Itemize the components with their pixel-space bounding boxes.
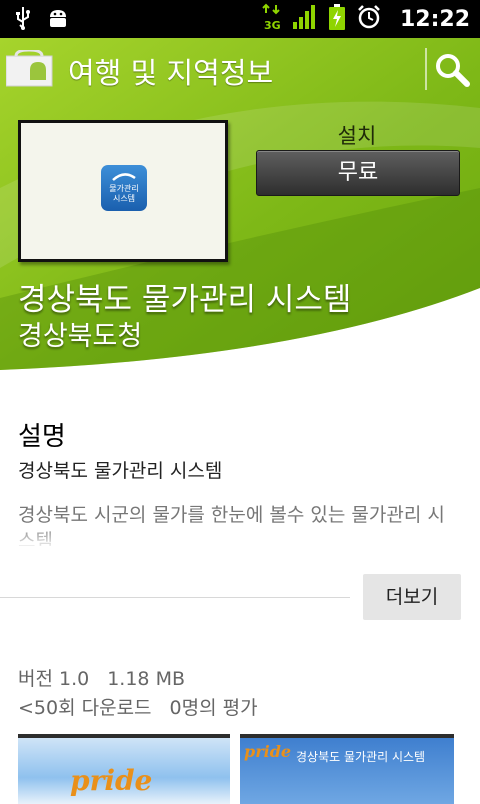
more-button[interactable]: 더보기 [363, 574, 461, 620]
app-logo: 물가관리 시스템 [101, 165, 147, 211]
action-bar: 여행 및 지역정보 [0, 38, 480, 100]
status-clock: 12:22 [399, 6, 470, 32]
alarm-icon [356, 4, 382, 34]
signal-icon [292, 4, 318, 34]
size-text: 1.18 MB [107, 668, 185, 690]
description-heading: 설명 [18, 422, 66, 452]
screenshot-1-logo: pride [70, 764, 153, 797]
install-price-button[interactable]: 무료 [256, 150, 460, 196]
ratings-text: 0명의 평가 [169, 697, 258, 719]
app-name: 경상북도 물가관리 시스템 [18, 282, 352, 318]
network-type-label: 3G [264, 19, 281, 31]
description-subtitle: 경상북도 물가관리 시스템 [18, 460, 223, 482]
app-meta-version-size: 버전 1.0 1.18 MB [18, 664, 203, 691]
usb-icon [14, 6, 32, 34]
app-meta-downloads-ratings: <50회 다운로드 0명의 평가 [18, 693, 276, 720]
app-header: 여행 및 지역정보 물가관리 시스템 설치 무료 경상북도 물가관리 시스템 경… [0, 38, 480, 370]
logo-mark-icon [112, 173, 136, 181]
logo-text-line1: 물가관리 [109, 184, 139, 193]
market-app-icon[interactable] [5, 48, 54, 88]
developer-name[interactable]: 경상북도청 [18, 314, 142, 353]
app-thumbnail: 물가관리 시스템 [18, 120, 228, 262]
screenshot-2-title: 경상북도 물가관리 시스템 [296, 750, 426, 764]
version-text: 버전 1.0 [18, 668, 90, 690]
install-label: 설치 [337, 124, 377, 148]
status-bar: 3G 12:22 [0, 0, 480, 38]
description-fade [0, 524, 480, 550]
search-icon [432, 54, 472, 92]
android-debug-icon [46, 6, 70, 34]
action-bar-divider [425, 48, 427, 90]
downloads-text: <50회 다운로드 [18, 697, 152, 719]
divider [0, 597, 350, 598]
battery-charging-icon [328, 3, 346, 35]
search-button[interactable] [432, 52, 472, 88]
network-3g-icon: 3G [262, 3, 282, 35]
logo-text-line2: 시스템 [112, 194, 136, 203]
screenshot-1[interactable]: pride [18, 734, 230, 804]
screenshot-2-logo: pride [244, 742, 292, 761]
screenshot-2[interactable]: pride 경상북도 물가관리 시스템 [240, 734, 454, 804]
category-title: 여행 및 지역정보 [68, 56, 274, 90]
